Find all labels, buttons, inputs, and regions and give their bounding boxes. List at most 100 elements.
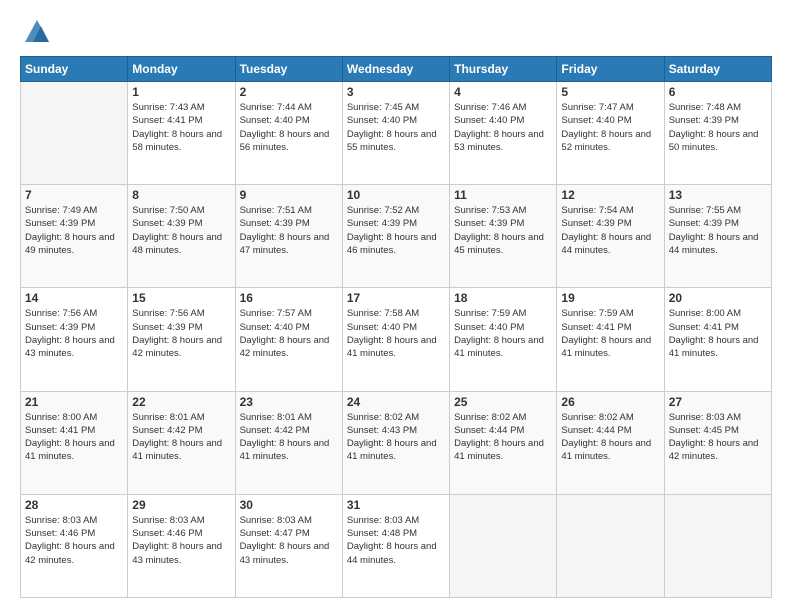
calendar-cell bbox=[21, 82, 128, 185]
day-info: Sunrise: 8:00 AM Sunset: 4:41 PM Dayligh… bbox=[669, 307, 767, 360]
day-number: 11 bbox=[454, 188, 552, 202]
day-info: Sunrise: 7:56 AM Sunset: 4:39 PM Dayligh… bbox=[132, 307, 230, 360]
day-number: 5 bbox=[561, 85, 659, 99]
day-number: 16 bbox=[240, 291, 338, 305]
calendar-cell bbox=[664, 494, 771, 597]
day-info: Sunrise: 7:59 AM Sunset: 4:40 PM Dayligh… bbox=[454, 307, 552, 360]
day-info: Sunrise: 7:58 AM Sunset: 4:40 PM Dayligh… bbox=[347, 307, 445, 360]
weekday-header-monday: Monday bbox=[128, 57, 235, 82]
day-number: 30 bbox=[240, 498, 338, 512]
calendar-week-3: 14 Sunrise: 7:56 AM Sunset: 4:39 PM Dayli… bbox=[21, 288, 772, 391]
calendar-cell: 13Sunrise: 7:55 AM Sunset: 4:39 PM Dayli… bbox=[664, 185, 771, 288]
weekday-header-wednesday: Wednesday bbox=[342, 57, 449, 82]
day-info: Sunrise: 8:03 AM Sunset: 4:46 PM Dayligh… bbox=[25, 514, 123, 567]
day-info: Sunrise: 7:49 AM Sunset: 4:39 PM Dayligh… bbox=[25, 204, 123, 257]
weekday-header-thursday: Thursday bbox=[450, 57, 557, 82]
calendar-cell: 2 Sunrise: 7:44 AM Sunset: 4:40 PM Daylig… bbox=[235, 82, 342, 185]
logo bbox=[20, 18, 51, 46]
day-info: Sunrise: 8:02 AM Sunset: 4:44 PM Dayligh… bbox=[454, 411, 552, 464]
day-info: Sunrise: 7:59 AM Sunset: 4:41 PM Dayligh… bbox=[561, 307, 659, 360]
day-number: 25 bbox=[454, 395, 552, 409]
calendar-cell: 17 Sunrise: 7:58 AM Sunset: 4:40 PM Dayli… bbox=[342, 288, 449, 391]
day-number: 10 bbox=[347, 188, 445, 202]
calendar-week-4: 21 Sunrise: 8:00 AM Sunset: 4:41 PM Dayli… bbox=[21, 391, 772, 494]
day-info: Sunrise: 7:53 AM Sunset: 4:39 PM Dayligh… bbox=[454, 204, 552, 257]
day-number: 7 bbox=[25, 188, 123, 202]
day-info: Sunrise: 7:47 AM Sunset: 4:40 PM Dayligh… bbox=[561, 101, 659, 154]
day-info: Sunrise: 7:52 AM Sunset: 4:39 PM Dayligh… bbox=[347, 204, 445, 257]
calendar-cell: 6Sunrise: 7:48 AM Sunset: 4:39 PM Daylig… bbox=[664, 82, 771, 185]
calendar-cell: 29 Sunrise: 8:03 AM Sunset: 4:46 PM Dayli… bbox=[128, 494, 235, 597]
day-info: Sunrise: 8:03 AM Sunset: 4:45 PM Dayligh… bbox=[669, 411, 767, 464]
day-number: 23 bbox=[240, 395, 338, 409]
day-info: Sunrise: 8:03 AM Sunset: 4:47 PM Dayligh… bbox=[240, 514, 338, 567]
calendar-cell: 11 Sunrise: 7:53 AM Sunset: 4:39 PM Dayli… bbox=[450, 185, 557, 288]
weekday-header-saturday: Saturday bbox=[664, 57, 771, 82]
calendar-cell: 20 Sunrise: 8:00 AM Sunset: 4:41 PM Dayli… bbox=[664, 288, 771, 391]
calendar-table: SundayMondayTuesdayWednesdayThursdayFrid… bbox=[20, 56, 772, 598]
calendar-cell: 5 Sunrise: 7:47 AM Sunset: 4:40 PM Daylig… bbox=[557, 82, 664, 185]
day-info: Sunrise: 8:03 AM Sunset: 4:46 PM Dayligh… bbox=[132, 514, 230, 567]
weekday-header-tuesday: Tuesday bbox=[235, 57, 342, 82]
calendar-cell: 27 Sunrise: 8:03 AM Sunset: 4:45 PM Dayli… bbox=[664, 391, 771, 494]
calendar-cell: 8 Sunrise: 7:50 AM Sunset: 4:39 PM Daylig… bbox=[128, 185, 235, 288]
calendar-cell: 31 Sunrise: 8:03 AM Sunset: 4:48 PM Dayli… bbox=[342, 494, 449, 597]
day-info: Sunrise: 7:54 AM Sunset: 4:39 PM Dayligh… bbox=[561, 204, 659, 257]
day-info: Sunrise: 8:03 AM Sunset: 4:48 PM Dayligh… bbox=[347, 514, 445, 567]
day-number: 4 bbox=[454, 85, 552, 99]
header bbox=[20, 18, 772, 46]
calendar-cell: 15 Sunrise: 7:56 AM Sunset: 4:39 PM Dayli… bbox=[128, 288, 235, 391]
day-number: 9 bbox=[240, 188, 338, 202]
day-number: 2 bbox=[240, 85, 338, 99]
day-info: Sunrise: 7:56 AM Sunset: 4:39 PM Dayligh… bbox=[25, 307, 123, 360]
day-number: 21 bbox=[25, 395, 123, 409]
day-info: Sunrise: 8:01 AM Sunset: 4:42 PM Dayligh… bbox=[240, 411, 338, 464]
calendar-cell: 7 Sunrise: 7:49 AM Sunset: 4:39 PM Daylig… bbox=[21, 185, 128, 288]
calendar-cell: 18Sunrise: 7:59 AM Sunset: 4:40 PM Dayli… bbox=[450, 288, 557, 391]
day-number: 17 bbox=[347, 291, 445, 305]
calendar-cell: 3Sunrise: 7:45 AM Sunset: 4:40 PM Daylig… bbox=[342, 82, 449, 185]
day-number: 14 bbox=[25, 291, 123, 305]
calendar-week-1: 1 Sunrise: 7:43 AM Sunset: 4:41 PM Daylig… bbox=[21, 82, 772, 185]
calendar-cell: 1 Sunrise: 7:43 AM Sunset: 4:41 PM Daylig… bbox=[128, 82, 235, 185]
day-number: 27 bbox=[669, 395, 767, 409]
day-info: Sunrise: 7:44 AM Sunset: 4:40 PM Dayligh… bbox=[240, 101, 338, 154]
day-info: Sunrise: 7:50 AM Sunset: 4:39 PM Dayligh… bbox=[132, 204, 230, 257]
day-number: 1 bbox=[132, 85, 230, 99]
weekday-header-sunday: Sunday bbox=[21, 57, 128, 82]
day-info: Sunrise: 8:00 AM Sunset: 4:41 PM Dayligh… bbox=[25, 411, 123, 464]
weekday-header-row: SundayMondayTuesdayWednesdayThursdayFrid… bbox=[21, 57, 772, 82]
calendar-week-5: 28Sunrise: 8:03 AM Sunset: 4:46 PM Dayli… bbox=[21, 494, 772, 597]
day-info: Sunrise: 8:02 AM Sunset: 4:43 PM Dayligh… bbox=[347, 411, 445, 464]
logo-icon bbox=[23, 18, 51, 46]
day-info: Sunrise: 7:46 AM Sunset: 4:40 PM Dayligh… bbox=[454, 101, 552, 154]
day-number: 15 bbox=[132, 291, 230, 305]
day-number: 13 bbox=[669, 188, 767, 202]
day-number: 8 bbox=[132, 188, 230, 202]
day-number: 26 bbox=[561, 395, 659, 409]
calendar-cell: 12 Sunrise: 7:54 AM Sunset: 4:39 PM Dayli… bbox=[557, 185, 664, 288]
day-number: 29 bbox=[132, 498, 230, 512]
calendar-cell bbox=[450, 494, 557, 597]
calendar-cell: 9Sunrise: 7:51 AM Sunset: 4:39 PM Daylig… bbox=[235, 185, 342, 288]
page: SundayMondayTuesdayWednesdayThursdayFrid… bbox=[0, 0, 792, 612]
calendar-cell: 4 Sunrise: 7:46 AM Sunset: 4:40 PM Daylig… bbox=[450, 82, 557, 185]
calendar-week-2: 7 Sunrise: 7:49 AM Sunset: 4:39 PM Daylig… bbox=[21, 185, 772, 288]
day-number: 12 bbox=[561, 188, 659, 202]
day-info: Sunrise: 7:57 AM Sunset: 4:40 PM Dayligh… bbox=[240, 307, 338, 360]
calendar-cell: 14 Sunrise: 7:56 AM Sunset: 4:39 PM Dayli… bbox=[21, 288, 128, 391]
calendar-cell: 24Sunrise: 8:02 AM Sunset: 4:43 PM Dayli… bbox=[342, 391, 449, 494]
day-info: Sunrise: 8:01 AM Sunset: 4:42 PM Dayligh… bbox=[132, 411, 230, 464]
day-number: 19 bbox=[561, 291, 659, 305]
calendar-cell: 10 Sunrise: 7:52 AM Sunset: 4:39 PM Dayli… bbox=[342, 185, 449, 288]
day-info: Sunrise: 7:48 AM Sunset: 4:39 PM Dayligh… bbox=[669, 101, 767, 154]
calendar-cell: 19 Sunrise: 7:59 AM Sunset: 4:41 PM Dayli… bbox=[557, 288, 664, 391]
calendar-cell: 22Sunrise: 8:01 AM Sunset: 4:42 PM Dayli… bbox=[128, 391, 235, 494]
calendar-cell: 28Sunrise: 8:03 AM Sunset: 4:46 PM Dayli… bbox=[21, 494, 128, 597]
weekday-header-friday: Friday bbox=[557, 57, 664, 82]
day-number: 31 bbox=[347, 498, 445, 512]
calendar-cell: 21 Sunrise: 8:00 AM Sunset: 4:41 PM Dayli… bbox=[21, 391, 128, 494]
day-info: Sunrise: 7:43 AM Sunset: 4:41 PM Dayligh… bbox=[132, 101, 230, 154]
calendar-cell bbox=[557, 494, 664, 597]
day-number: 20 bbox=[669, 291, 767, 305]
